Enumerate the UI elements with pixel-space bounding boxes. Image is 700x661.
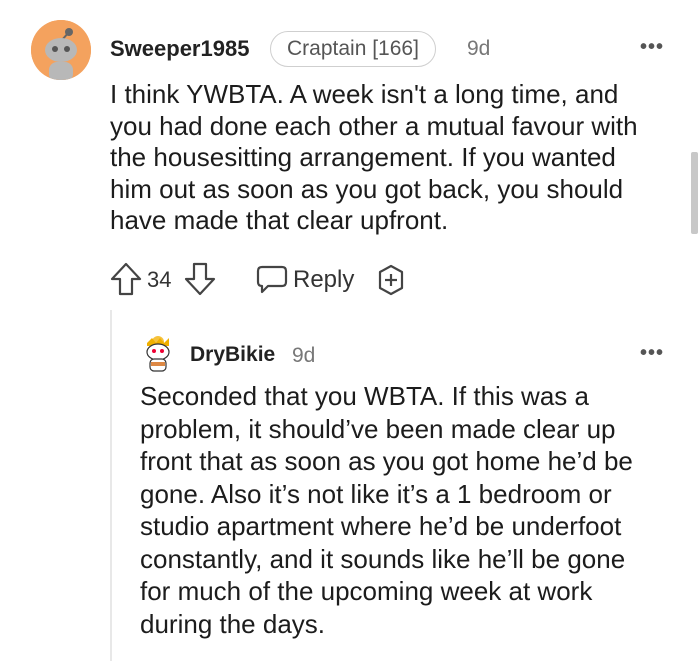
scrollbar[interactable] bbox=[691, 152, 698, 234]
reply-line: front that as soon as you got home he’d … bbox=[140, 446, 633, 476]
downvote-icon[interactable] bbox=[184, 262, 216, 301]
snoo-avatar-icon bbox=[31, 20, 91, 80]
comment-timestamp: 9d bbox=[467, 37, 491, 60]
reply-author[interactable]: DryBikie bbox=[190, 343, 275, 367]
comment-line: you had done each other a mutual favour … bbox=[110, 110, 638, 141]
user-flair: Craptain [166] bbox=[270, 31, 436, 67]
comment-thread: Sweeper1985 Craptain [166] 9d ••• I thin… bbox=[0, 0, 700, 661]
comment-author[interactable]: Sweeper1985 bbox=[110, 36, 249, 62]
comment-line: him out as soon as you got back, you sho… bbox=[110, 173, 624, 204]
award-plus-icon[interactable] bbox=[375, 264, 407, 301]
reply-button[interactable]: Reply bbox=[293, 266, 354, 294]
reply-line: problem, it should’ve been made clear up bbox=[140, 413, 616, 444]
reply-line: Seconded that you WBTA. If this was a bbox=[140, 381, 589, 411]
snoo-avatar-icon bbox=[146, 336, 170, 372]
reply-timestamp: 9d bbox=[292, 344, 316, 367]
more-options-icon[interactable]: ••• bbox=[640, 342, 664, 365]
user-avatar[interactable] bbox=[31, 20, 91, 80]
reply-line: during the days. bbox=[140, 608, 326, 639]
comment-body: I think YWBTA. A week isn't a long time,… bbox=[110, 79, 638, 237]
reply-body: Seconded that you WBTA. If this was a pr… bbox=[140, 380, 633, 640]
upvote-icon[interactable] bbox=[110, 262, 142, 301]
reply-line: gone. Also it’s not like it’s a 1 bedroo… bbox=[140, 478, 612, 509]
thread-line[interactable] bbox=[110, 310, 112, 661]
comment-line: have made that clear upfront. bbox=[110, 205, 449, 235]
reply-avatar[interactable] bbox=[139, 334, 177, 372]
reply-line: constantly, and it sounds like he’ll be … bbox=[140, 543, 626, 574]
comment-line: I think YWBTA. A week isn't a long time,… bbox=[110, 79, 619, 109]
reply-line: for much of the upcoming week at work bbox=[140, 576, 593, 606]
comment-line: the housesitting arrangement. If you wan… bbox=[110, 142, 616, 172]
more-options-icon[interactable]: ••• bbox=[640, 36, 664, 59]
comment-bubble-icon[interactable] bbox=[256, 264, 288, 299]
vote-score: 34 bbox=[147, 267, 172, 292]
reply-line: studio apartment where he’d be underfoot bbox=[140, 511, 622, 541]
